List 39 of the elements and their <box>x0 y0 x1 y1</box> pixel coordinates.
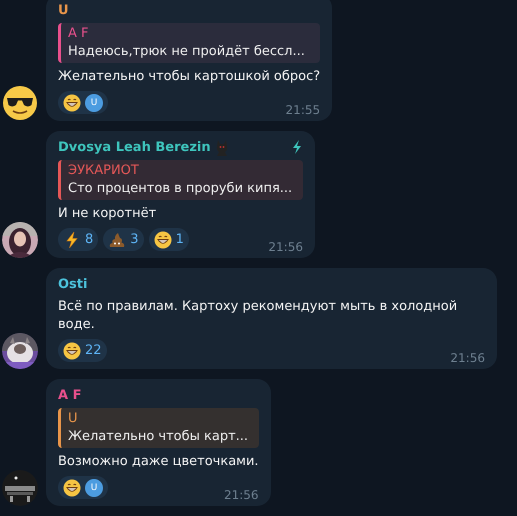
reaction-chip[interactable]: U <box>58 476 108 499</box>
grinning-face-icon <box>154 230 172 248</box>
message-text: Желательно чтобы картошкой оброс? <box>58 68 320 86</box>
reaction-count: 1 <box>176 232 184 247</box>
quoted-text: Надеюсь,трюк не пройдёт бессл... <box>68 43 306 61</box>
reactor-avatar: U <box>85 478 103 496</box>
message-time: 21:56 <box>449 350 485 366</box>
grinning-face-icon <box>63 478 81 496</box>
reply-quote[interactable]: U Желательно чтобы карт... <box>58 408 259 448</box>
message-time: 21:56 <box>222 487 259 503</box>
poop-icon <box>108 230 126 248</box>
reaction-count: 22 <box>85 343 102 358</box>
sender-name[interactable]: A F <box>58 388 82 402</box>
sender-name[interactable]: Dvosya Leah Berezin <box>58 140 211 154</box>
reaction-chip[interactable]: 3 <box>103 228 144 251</box>
reaction-chip[interactable]: 22 <box>58 339 107 362</box>
sunglasses-face-icon <box>2 85 38 121</box>
reply-quote[interactable]: A F Надеюсь,трюк не пройдёт бессл... <box>58 23 320 63</box>
reaction-chip[interactable]: U <box>58 91 108 114</box>
grinning-face-icon <box>63 94 81 112</box>
quoted-text: Желательно чтобы карт... <box>68 428 250 446</box>
reply-quote[interactable]: ЭУКАРИОТ Сто процентов в проруби кипя... <box>58 160 303 200</box>
reaction-count: 3 <box>130 232 139 247</box>
message-text: Возможно даже цветочками. <box>58 453 259 471</box>
quoted-sender: A F <box>68 25 90 43</box>
reactor-avatar: U <box>85 94 103 112</box>
quoted-sender: U <box>68 410 79 428</box>
message-time: 21:55 <box>284 102 320 118</box>
message-time: 21:56 <box>267 239 303 255</box>
quoted-sender: ЭУКАРИОТ <box>68 162 140 180</box>
reaction-count: 8 <box>85 232 94 247</box>
sender-name[interactable]: U <box>58 2 69 18</box>
quoted-text: Сто процентов в проруби кипя... <box>68 180 294 198</box>
reaction-chip[interactable]: 1 <box>148 228 189 251</box>
message-text: Всё по правилам. Картоху рекомендуют мыть в холодной воде. <box>58 298 458 334</box>
grinning-face-icon <box>63 342 81 360</box>
reaction-chip[interactable]: 8 <box>58 228 98 251</box>
message-text: И не коротнёт <box>58 205 158 223</box>
sender-name[interactable]: Osti <box>58 276 88 292</box>
